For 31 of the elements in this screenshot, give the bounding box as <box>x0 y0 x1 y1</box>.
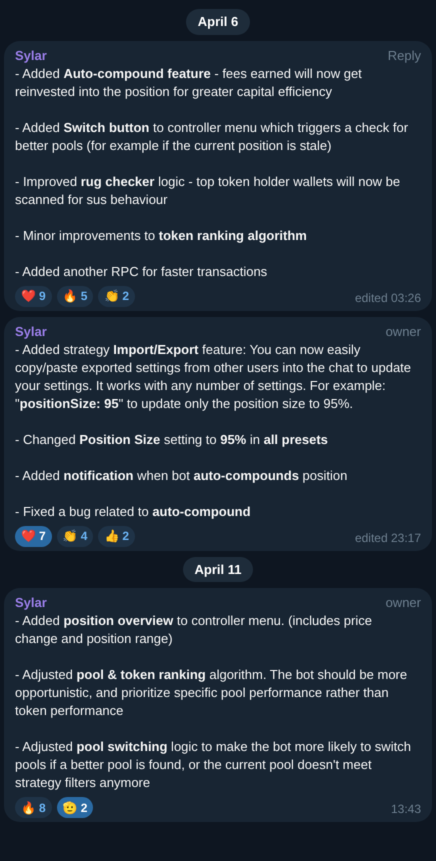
message-text: - Fixed a bug related to auto-compound <box>15 502 252 520</box>
author-name: Sylar <box>15 46 47 64</box>
reaction-button[interactable]: 🔥 5 <box>56 286 94 306</box>
message-text: - Adjusted pool & token ranking algorithm. The bot should be more opportunistic, and prioritize specific pool performance rather than token performance <box>15 666 408 720</box>
message-text: - Added position overview to controller menu. (includes price change and position range) <box>15 612 373 648</box>
message-text: - Added notification when bot auto-compounds position <box>15 466 348 484</box>
reaction-button[interactable]: 👍 2 <box>98 526 136 546</box>
reaction-button[interactable]: ❤ 7 <box>15 526 52 546</box>
author-name: Sylar <box>15 594 47 612</box>
message-text: - Changed Position Size setting to 95% in all presets <box>15 430 329 448</box>
message-text: - Minor improvements to token ranking algorithm <box>15 226 308 244</box>
message-text: - Added another RPC for faster transactions <box>15 262 268 280</box>
message-time: edited 23:17 <box>354 530 421 546</box>
message-text: - Added Switch button to controller menu which triggers a check for better pools (for example if the current position is stale) <box>15 118 410 154</box>
reaction-button[interactable]: ❤ 9 <box>15 286 52 306</box>
date-badge: April 11 <box>182 556 254 582</box>
message-text: - Added strategy Import/Export feature: You can now easily copy/paste exported settings from other users into the chat to update your settings. It works with any number of settings. For example: "positionSize: 95" to update only the position size to 95%. <box>15 340 412 412</box>
message-text: - Added Auto-compound feature - fees earned will now get reinvested into the position for greater capital efficiency <box>15 64 363 100</box>
date-badge: April 6 <box>186 9 250 34</box>
author-name: Sylar <box>15 322 47 340</box>
message-text: - Adjusted pool switching logic to make the bot more likely to switch pools if a better pool is found, or the current pool doesn't meet strategy filters anymore <box>15 738 412 792</box>
reaction-button[interactable]: 🔥 8 <box>15 797 52 818</box>
message-tag: owner <box>386 594 421 612</box>
message-time: 13:43 <box>390 801 421 818</box>
message-text: - Improved rug checker logic - top token holder wallets will now be scanned for sus behaviour <box>15 172 402 208</box>
message-tag: Reply <box>388 46 421 64</box>
message-time: edited 03:26 <box>354 290 421 306</box>
reaction-button[interactable]: 👏 4 <box>56 526 94 546</box>
message-tag: owner <box>386 322 421 340</box>
reaction-button[interactable]: 👏 2 <box>98 286 136 306</box>
reaction-button[interactable]: 🫡 2 <box>56 797 94 818</box>
